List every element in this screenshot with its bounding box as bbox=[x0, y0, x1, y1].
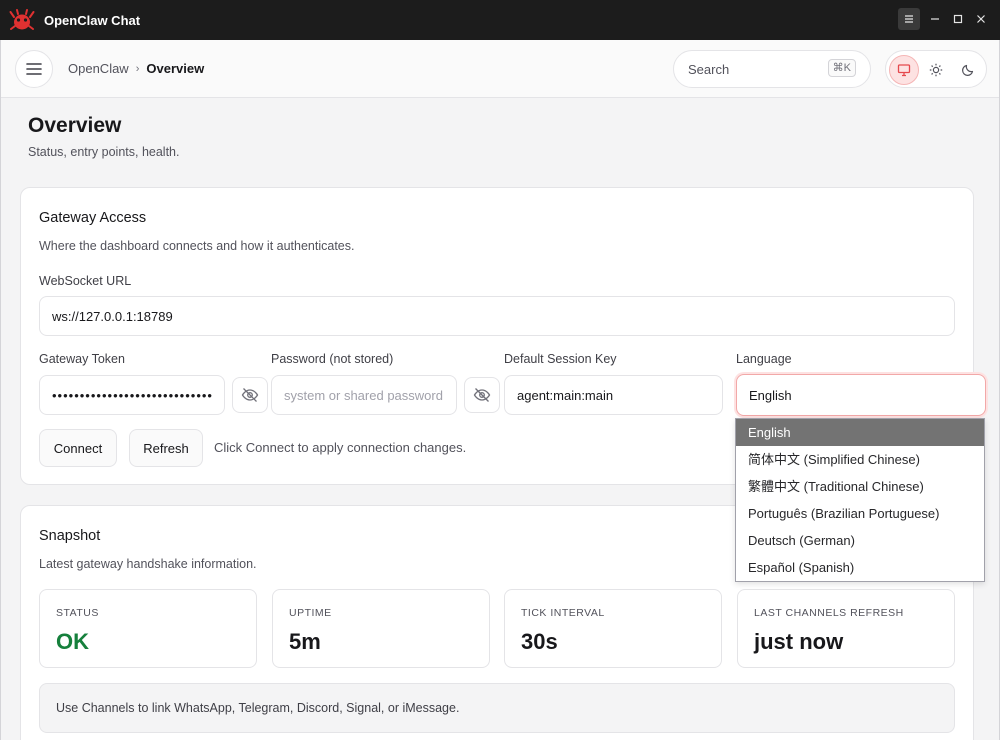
search-input[interactable]: Search ⌘K bbox=[673, 50, 871, 88]
app-logo-icon bbox=[9, 9, 35, 30]
stat-label: UPTIME bbox=[289, 607, 332, 619]
connect-hint: Click Connect to apply connection change… bbox=[214, 440, 467, 455]
language-label: Language bbox=[736, 352, 792, 366]
breadcrumb: OpenClaw › Overview bbox=[68, 61, 204, 76]
sidebar-toggle-button[interactable] bbox=[15, 50, 53, 88]
close-button[interactable] bbox=[970, 8, 992, 30]
chevron-right-icon: › bbox=[135, 62, 140, 75]
channels-info-callout: Use Channels to link WhatsApp, Telegram,… bbox=[39, 683, 955, 733]
stat-tick-interval: TICK INTERVAL 30s bbox=[504, 589, 722, 668]
toggle-password-visibility-button[interactable] bbox=[464, 377, 500, 413]
stat-uptime: UPTIME 5m bbox=[272, 589, 490, 668]
stat-label: STATUS bbox=[56, 607, 99, 619]
connect-button[interactable]: Connect bbox=[39, 429, 117, 467]
maximize-button[interactable] bbox=[947, 8, 969, 30]
language-option-simplified-chinese[interactable]: 简体中文 (Simplified Chinese) bbox=[736, 446, 984, 473]
page-title: Overview bbox=[28, 114, 122, 137]
stat-value: just now bbox=[754, 629, 844, 654]
language-option-spanish[interactable]: Español (Spanish) bbox=[736, 554, 984, 581]
toggle-token-visibility-button[interactable] bbox=[232, 377, 268, 413]
theme-switcher bbox=[885, 50, 987, 88]
menu-icon bbox=[905, 15, 913, 23]
gateway-token-label: Gateway Token bbox=[39, 352, 125, 366]
stat-status: STATUS OK bbox=[39, 589, 257, 668]
theme-system-button[interactable] bbox=[889, 55, 919, 85]
language-select[interactable]: English bbox=[736, 374, 986, 416]
language-option-german[interactable]: Deutsch (German) bbox=[736, 527, 984, 554]
websocket-url-label: WebSocket URL bbox=[39, 274, 132, 288]
moon-icon bbox=[962, 64, 974, 76]
stat-value: 30s bbox=[521, 629, 558, 654]
page-subtitle: Status, entry points, health. bbox=[28, 145, 180, 159]
language-dropdown: English 简体中文 (Simplified Chinese) 繁體中文 (… bbox=[735, 418, 985, 582]
close-icon bbox=[977, 15, 985, 23]
card-title: Snapshot bbox=[39, 528, 101, 544]
sun-icon bbox=[929, 63, 943, 77]
maximize-icon bbox=[953, 14, 963, 24]
search-placeholder: Search bbox=[688, 62, 730, 77]
card-subtitle: Latest gateway handshake information. bbox=[39, 557, 257, 571]
theme-dark-button[interactable] bbox=[953, 55, 983, 85]
hamburger-icon bbox=[26, 63, 42, 75]
session-key-label: Default Session Key bbox=[504, 352, 617, 366]
breadcrumb-current: Overview bbox=[146, 61, 205, 76]
minimize-button[interactable] bbox=[924, 8, 946, 30]
window-title: OpenClaw Chat bbox=[44, 12, 141, 28]
card-title: Gateway Access bbox=[39, 210, 147, 226]
language-option-english[interactable]: English bbox=[736, 419, 984, 446]
eye-off-icon bbox=[473, 388, 491, 402]
monitor-icon bbox=[897, 64, 911, 77]
eye-off-icon bbox=[241, 388, 259, 402]
stat-value: OK bbox=[56, 629, 89, 654]
stat-value: 5m bbox=[289, 629, 321, 654]
password-label: Password (not stored) bbox=[271, 352, 394, 366]
session-key-input[interactable] bbox=[504, 375, 723, 415]
websocket-url-input[interactable] bbox=[39, 296, 955, 336]
stat-last-channels-refresh: LAST CHANNELS REFRESH just now bbox=[737, 589, 955, 668]
search-shortcut-badge: ⌘K bbox=[827, 59, 856, 77]
refresh-button[interactable]: Refresh bbox=[129, 429, 203, 467]
top-header: OpenClaw › Overview Search ⌘K bbox=[1, 40, 999, 98]
stat-label: LAST CHANNELS REFRESH bbox=[754, 607, 904, 619]
card-subtitle: Where the dashboard connects and how it … bbox=[39, 239, 355, 253]
theme-light-button[interactable] bbox=[921, 55, 951, 85]
gateway-token-input[interactable] bbox=[39, 375, 225, 415]
minimize-icon bbox=[931, 18, 939, 20]
breadcrumb-root[interactable]: OpenClaw bbox=[68, 61, 129, 76]
stat-label: TICK INTERVAL bbox=[521, 607, 605, 619]
window-menu-button[interactable] bbox=[898, 8, 920, 30]
language-option-portuguese[interactable]: Português (Brazilian Portuguese) bbox=[736, 500, 984, 527]
title-bar: OpenClaw Chat bbox=[0, 0, 1000, 40]
language-option-traditional-chinese[interactable]: 繁體中文 (Traditional Chinese) bbox=[736, 473, 984, 500]
password-input[interactable] bbox=[271, 375, 457, 415]
